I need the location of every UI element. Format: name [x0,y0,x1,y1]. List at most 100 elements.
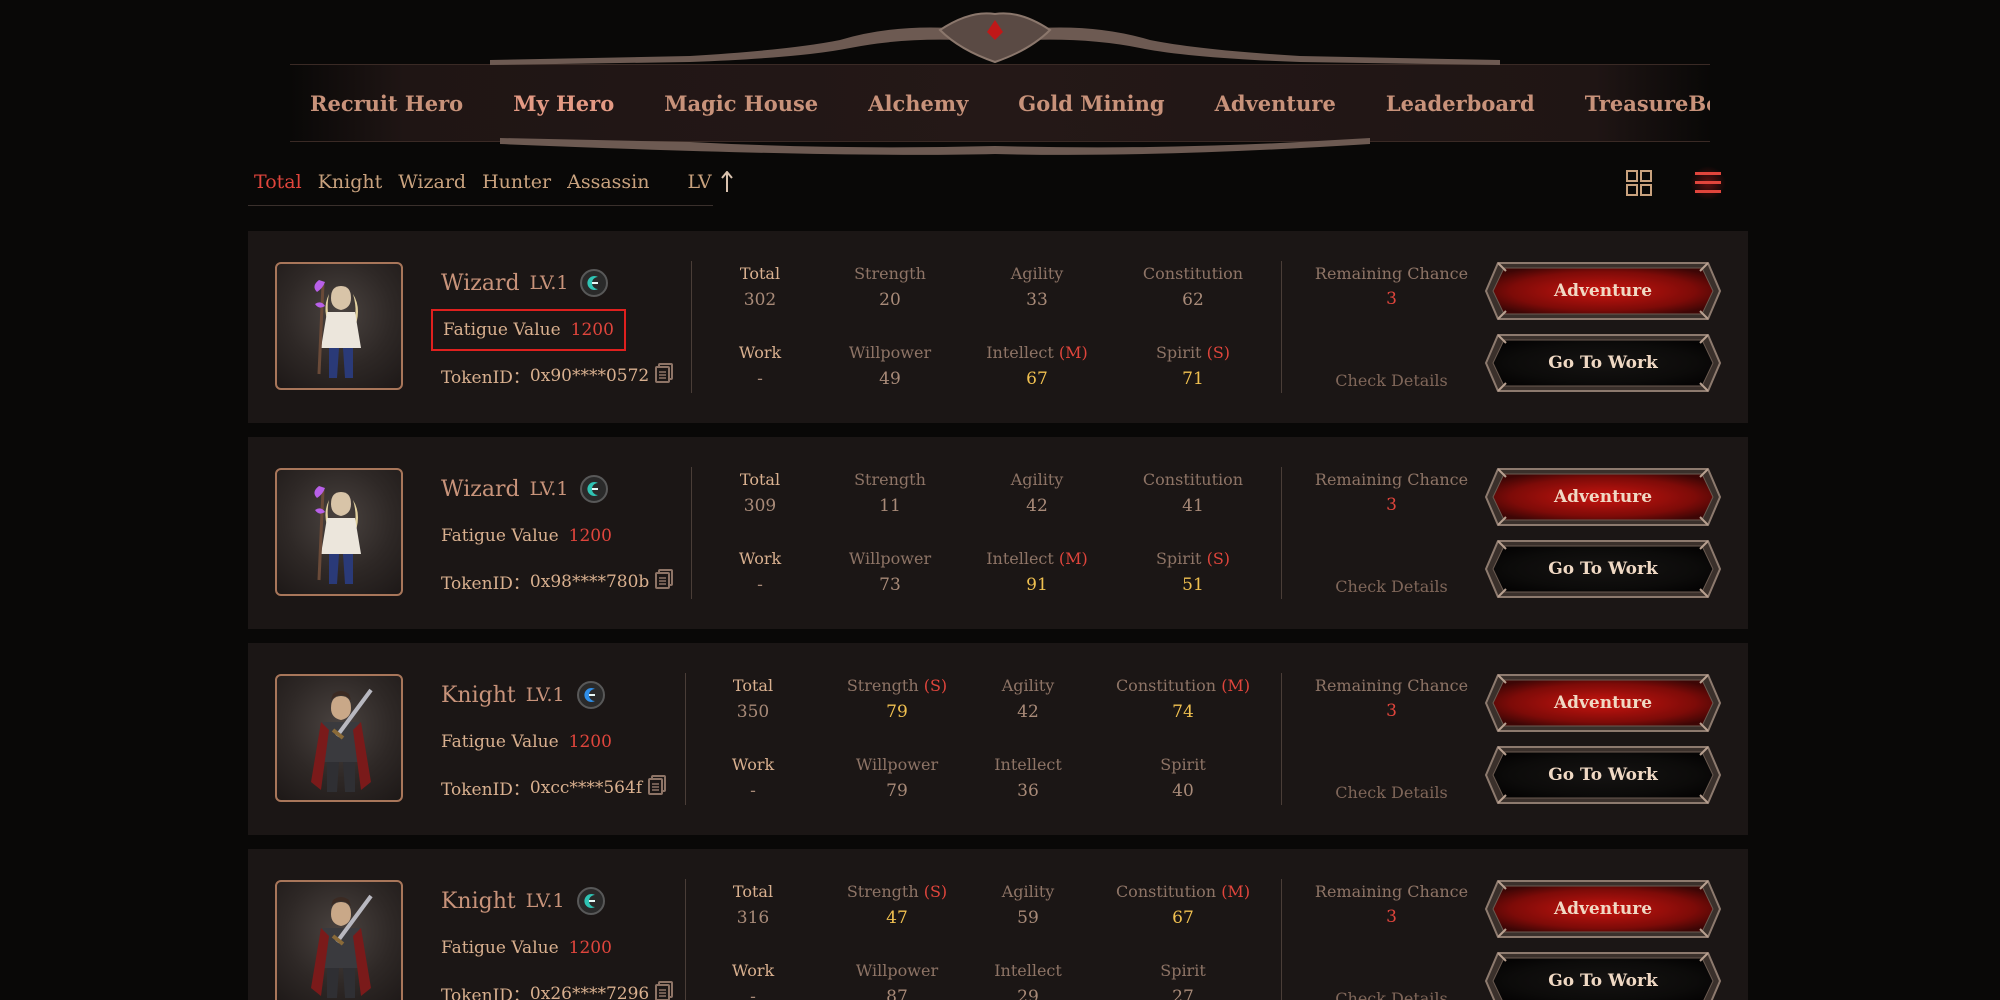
stat-label-text: Willpower [848,343,932,362]
check-details-link[interactable]: Check Details [1294,783,1489,802]
stat-label: Work [678,961,828,981]
go-to-work-button[interactable]: Go To Work [1484,745,1722,805]
hero-element-badge [576,681,605,709]
fatigue-label: Fatigue Value [441,732,559,752]
filter-tab-knight[interactable]: Knight [318,171,383,193]
stat-label: Willpower [815,343,965,363]
check-details-link[interactable]: Check Details [1294,577,1489,596]
button-label: Go To Work [1548,353,1658,373]
stat-spirit: Spirit 40 [1108,755,1258,801]
nav-item-my-hero[interactable]: My Hero [491,68,637,138]
stat-value: 33 [1026,290,1048,310]
nav-item-treasurebox[interactable]: TreasureBox [1585,91,1710,116]
remaining-chance-label: Remaining Chance [1314,882,1469,901]
stat-label-text: Constitution [1115,676,1217,695]
token-id-row: TokenID： 0x90****0572 [441,363,674,388]
class-filter-bar: Total Knight Wizard Hunter Assassin LV [248,158,733,206]
filter-tab-wizard[interactable]: Wizard [398,171,466,193]
fatigue-label: Fatigue Value [441,526,559,546]
stat-grade-tag: (S) [923,882,948,901]
fatigue-value: 1200 [570,320,614,340]
stat-label: Willpower [822,961,972,981]
stat-label: Agility [953,882,1103,902]
hero-class-line: Knight LV.1 [441,681,605,709]
copy-glyph [648,775,667,795]
stat-value: - [750,987,756,1000]
copy-icon[interactable] [655,981,674,1000]
stat-label: Total [678,676,828,696]
card-divider [1281,467,1282,599]
nav-item-alchemy[interactable]: Alchemy [868,91,968,116]
button-label: Go To Work [1548,559,1658,579]
adventure-button[interactable]: Adventure [1484,467,1722,527]
stat-label: Constitution [1118,470,1268,490]
filter-tab-total[interactable]: Total [254,171,302,193]
stat-label: Spirit [1108,961,1258,981]
stat-strength: Strength 11 [815,470,965,516]
stat-label: Intellect [953,755,1103,775]
hero-class-line: Wizard LV.1 [441,269,609,297]
token-id-row: TokenID： 0x98****780b [441,569,674,594]
list-view-button[interactable] [1690,166,1726,200]
stat-constitution: Constitution 62 [1118,264,1268,310]
wizard-portrait-image [314,486,361,584]
stat-value: 91 [1026,575,1048,595]
stat-label: Constitution [1118,264,1268,284]
fatigue-value: 1200 [568,732,612,752]
stat-label-text: Spirit [1155,343,1202,362]
stat-value: 27 [1172,987,1194,1000]
nav-item-leaderboard[interactable]: Leaderboard [1386,91,1535,116]
copy-icon[interactable] [648,775,667,800]
hero-portrait[interactable] [275,468,403,596]
fatigue-value: 1200 [568,938,612,958]
adventure-button[interactable]: Adventure [1484,673,1722,733]
check-details-link[interactable]: Check Details [1294,371,1489,390]
copy-icon[interactable] [655,363,674,388]
go-to-work-button[interactable]: Go To Work [1484,539,1722,599]
stat-label: Total [685,470,835,490]
token-label: TokenID： [441,780,530,800]
stat-total: Total 350 [678,676,828,722]
filter-tab-assassin[interactable]: Assassin [567,171,649,193]
nav-item-gold-mining[interactable]: Gold Mining [1018,91,1164,116]
stat-label-text: Constitution [1142,264,1244,283]
hero-portrait[interactable] [275,880,403,1000]
stat-label-text: Work [731,961,775,980]
nav-menu: Recruit Hero My Hero Magic House Alchemy Gol… [290,64,1710,142]
stat-strength: Strength (S) 47 [822,882,972,928]
grid-view-icon[interactable] [1626,170,1652,196]
filter-tab-hunter[interactable]: Hunter [482,171,551,193]
adventure-button[interactable]: Adventure [1484,879,1722,939]
nav-item-adventure[interactable]: Adventure [1215,91,1336,116]
stat-intellect: Intellect (M) 91 [962,549,1112,595]
hero-card: Wizard LV.1 Fatigue Value 1200 TokenID： 0x98… [248,437,1748,629]
remaining-chance-label: Remaining Chance [1314,676,1469,695]
stat-value: 40 [1172,781,1194,801]
stat-work: Work - [678,961,828,1000]
stat-label: Intellect [953,961,1103,981]
app-root: Recruit Hero My Hero Magic House Alchemy Gol… [0,0,2000,1000]
go-to-work-button[interactable]: Go To Work [1484,333,1722,393]
stat-work: Work - [685,549,835,595]
token-id-row: TokenID： 0x26****7296 [441,981,674,1000]
check-details-link[interactable]: Check Details [1294,989,1489,1000]
button-label: Adventure [1553,899,1653,919]
nav-item-magic-house[interactable]: Magic House [664,91,818,116]
stat-label: Spirit (S) [1118,549,1268,569]
button-label: Go To Work [1548,765,1658,785]
hero-portrait[interactable] [275,262,403,390]
nav-item-recruit-hero[interactable]: Recruit Hero [310,91,463,116]
adventure-button[interactable]: Adventure [1484,261,1722,321]
button-label: Go To Work [1548,971,1658,991]
stat-label: Strength [815,470,965,490]
stat-value: 302 [743,290,777,310]
copy-icon[interactable] [655,569,674,594]
stat-label: Agility [953,676,1103,696]
hero-class-name: Wizard [441,476,520,502]
hero-portrait[interactable] [275,674,403,802]
stat-constitution: Constitution (M) 67 [1108,882,1258,928]
knight-portrait-image [311,894,373,998]
stat-value: 11 [879,496,901,516]
go-to-work-button[interactable]: Go To Work [1484,951,1722,1000]
sort-by-level-button[interactable]: LV [687,170,733,193]
